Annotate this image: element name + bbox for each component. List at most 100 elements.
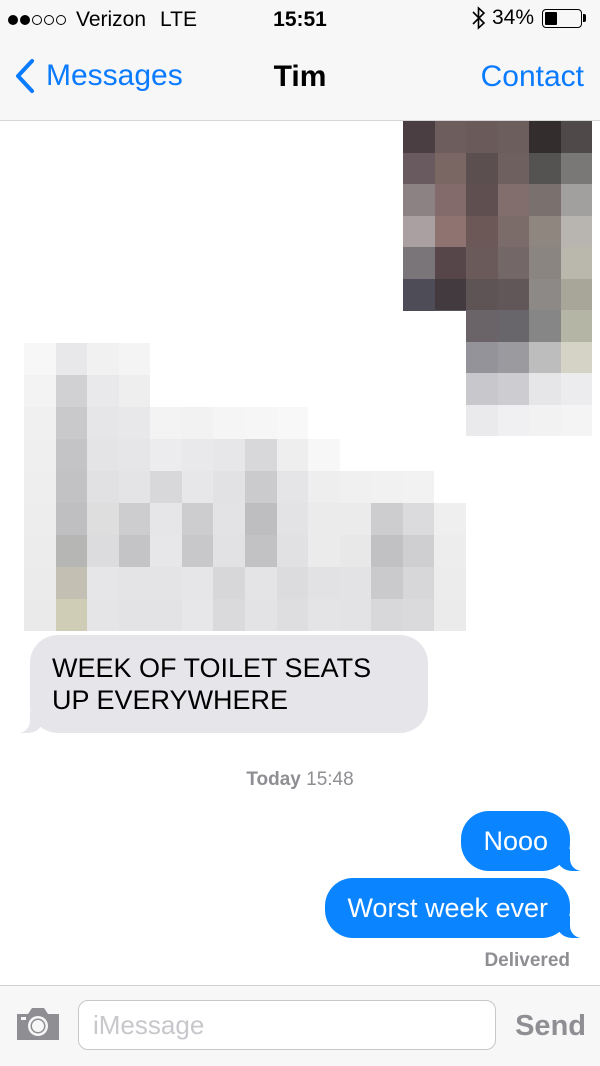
mosaic-tile [276, 535, 309, 567]
mosaic-tile [529, 184, 561, 216]
mosaic-tile [308, 535, 340, 567]
mosaic-tile [371, 311, 403, 343]
mosaic-tile [213, 535, 245, 567]
mosaic-tile [434, 503, 466, 535]
mosaic-tile [434, 567, 466, 599]
chevron-left-icon [16, 59, 34, 93]
mosaic-tile [372, 215, 404, 247]
message-timestamp: Today 15:48 [0, 769, 600, 791]
mosaic-tile [560, 215, 592, 247]
mosaic-tile [24, 311, 56, 343]
mosaic-tile [339, 471, 372, 503]
mosaic-tile [402, 535, 435, 567]
mosaic-tile [339, 407, 372, 439]
mosaic-tile [371, 375, 403, 407]
mosaic-tile [339, 503, 372, 535]
contact-button[interactable]: Contact [481, 60, 584, 94]
mosaic-tile [87, 375, 119, 407]
mosaic-tile [150, 439, 182, 471]
mosaic-tile [150, 343, 182, 375]
incoming-message-bubble[interactable]: WEEK OF TOILET SEATS UP EVERYWHERE [8, 635, 428, 733]
mosaic-tile [371, 535, 403, 567]
mosaic-tile [372, 247, 404, 279]
mosaic-tile [529, 278, 561, 310]
mosaic-tile [244, 343, 277, 375]
mosaic-tile [118, 407, 151, 439]
mosaic-tile [150, 407, 182, 439]
timestamp-time: 15:48 [306, 769, 354, 790]
mosaic-tile [244, 535, 277, 567]
mosaic-tile [339, 311, 372, 343]
back-button[interactable]: Messages [14, 58, 183, 94]
mosaic-tile [529, 215, 561, 247]
mosaic-tile [55, 343, 88, 375]
mosaic-tile [497, 215, 530, 247]
mosaic-tile [466, 341, 498, 373]
mosaic-tile [403, 184, 435, 216]
mosaic-tile [529, 152, 561, 184]
mosaic-tile [497, 121, 530, 153]
navigation-bar: Messages Tim Contact [0, 40, 600, 121]
outgoing-message-bubble[interactable]: Nooo [461, 811, 592, 871]
message-thread[interactable]: WEEK OF TOILET SEATS UP EVERYWHERE Today… [0, 121, 600, 985]
mosaic-tile [55, 375, 88, 407]
mosaic-tile [339, 567, 372, 599]
mosaic-tile [434, 215, 467, 247]
mosaic-tile [87, 503, 119, 535]
mosaic-tile [87, 471, 119, 503]
mosaic-tile [402, 343, 435, 375]
mosaic-tile [87, 311, 119, 343]
mosaic-tile [529, 247, 561, 279]
mosaic-tile [55, 439, 88, 471]
mosaic-tile [403, 152, 435, 184]
mosaic-tile [276, 343, 309, 375]
mosaic-tile [118, 471, 151, 503]
mosaic-tile [308, 375, 340, 407]
mosaic-tile [213, 311, 245, 343]
mosaic-tile [24, 343, 56, 375]
mosaic-tile [529, 310, 561, 342]
mosaic-tile [371, 343, 403, 375]
mosaic-tile [560, 121, 592, 153]
mosaic-tile [308, 599, 340, 631]
mosaic-tile [118, 439, 151, 471]
mosaic-tile [529, 121, 561, 153]
mosaic-tile [466, 404, 498, 436]
mosaic-tile [181, 343, 214, 375]
mosaic-tile [339, 375, 372, 407]
message-input[interactable] [78, 1000, 496, 1050]
mosaic-tile [497, 310, 530, 342]
mosaic-tile [402, 375, 435, 407]
mosaic-tile [150, 599, 182, 631]
mosaic-tile [434, 278, 467, 310]
mosaic-tile [560, 278, 592, 310]
pixelated-screenshot-attachment[interactable] [24, 311, 466, 631]
mosaic-tile [244, 311, 277, 343]
mosaic-tile [560, 404, 592, 436]
mosaic-tile [87, 535, 119, 567]
mosaic-tile [24, 567, 56, 599]
mosaic-tile [434, 471, 466, 503]
mosaic-tile [403, 215, 435, 247]
mosaic-tile [434, 184, 467, 216]
mosaic-tile [372, 152, 404, 184]
outgoing-message-bubble[interactable]: Worst week ever [325, 878, 592, 938]
mosaic-tile [244, 375, 277, 407]
mosaic-tile [24, 599, 56, 631]
mosaic-tile [497, 373, 530, 405]
battery-percent: 34% [491, 6, 534, 29]
mosaic-tile [434, 152, 467, 184]
camera-button[interactable] [14, 1005, 62, 1048]
mosaic-tile [118, 535, 151, 567]
mosaic-tile [55, 535, 88, 567]
send-button[interactable]: Send [515, 1010, 586, 1043]
mosaic-tile [24, 471, 56, 503]
mosaic-tile [150, 535, 182, 567]
mosaic-tile [466, 247, 498, 279]
mosaic-tile [24, 407, 56, 439]
mosaic-tile [244, 503, 277, 535]
mosaic-tile [308, 471, 340, 503]
mosaic-tile [87, 567, 119, 599]
mosaic-tile [403, 247, 435, 279]
mosaic-tile [466, 184, 498, 216]
